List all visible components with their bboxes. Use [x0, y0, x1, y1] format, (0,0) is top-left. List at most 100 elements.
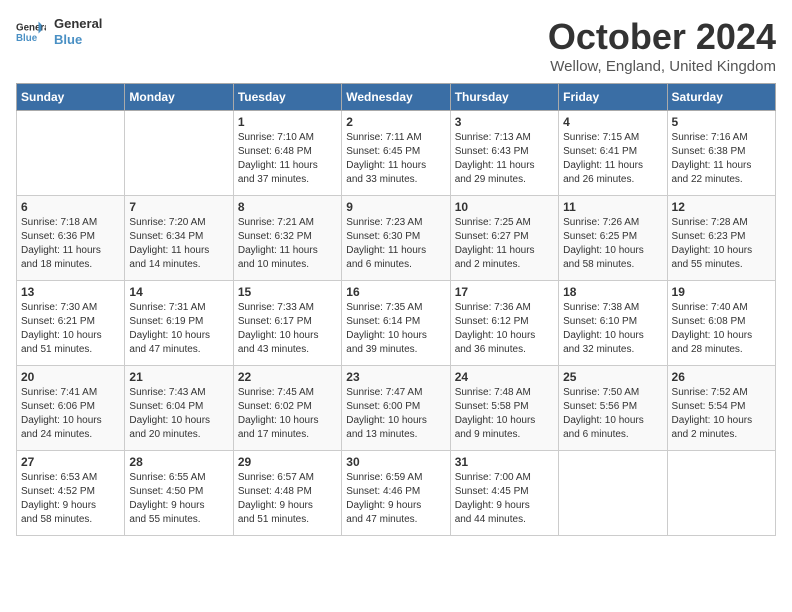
day-cell [125, 111, 233, 196]
day-number: 4 [563, 115, 662, 129]
day-info: Sunrise: 7:38 AMSunset: 6:10 PMDaylight:… [563, 301, 662, 357]
day-number: 25 [563, 370, 662, 384]
day-number: 7 [129, 200, 228, 214]
day-number: 23 [346, 370, 445, 384]
day-cell: 7 Sunrise: 7:20 AMSunset: 6:34 PMDaylight… [125, 196, 233, 281]
day-cell: 5Sunrise: 7:16 AMSunset: 6:38 PMDaylight… [667, 111, 775, 196]
day-cell: 1 Sunrise: 7:10 AMSunset: 6:48 PMDaylight… [233, 111, 341, 196]
day-cell: 12 Sunrise: 7:28 AMSunset: 6:23 PMDayligh… [667, 196, 775, 281]
day-cell: 30Sunrise: 6:59 AMSunset: 4:46 PMDayligh… [342, 451, 450, 536]
day-info: Sunrise: 7:48 AMSunset: 5:58 PMDaylight:… [455, 386, 554, 442]
logo-line1: General [54, 16, 102, 32]
day-number: 27 [21, 455, 120, 469]
day-cell: 29 Sunrise: 6:57 AMSunset: 4:48 PMDayligh… [233, 451, 341, 536]
day-number: 10 [455, 200, 554, 214]
day-cell: 9Sunrise: 7:23 AMSunset: 6:30 PMDaylight… [342, 196, 450, 281]
day-number: 19 [672, 285, 771, 299]
day-number: 21 [129, 370, 228, 384]
col-header-saturday: Saturday [667, 84, 775, 111]
day-info: Sunrise: 7:26 AMSunset: 6:25 PMDaylight:… [563, 216, 662, 272]
day-number: 29 [238, 455, 337, 469]
day-cell: 26Sunrise: 7:52 AMSunset: 5:54 PMDayligh… [667, 366, 775, 451]
day-info: Sunrise: 7:11 AMSunset: 6:45 PMDaylight:… [346, 131, 445, 187]
day-cell [559, 451, 667, 536]
day-cell: 13 Sunrise: 7:30 AMSunset: 6:21 PMDayligh… [17, 281, 125, 366]
col-header-monday: Monday [125, 84, 233, 111]
location: Wellow, England, United Kingdom [548, 58, 776, 75]
day-info: Sunrise: 7:18 AMSunset: 6:36 PMDaylight:… [21, 216, 120, 272]
day-number: 6 [21, 200, 120, 214]
day-number: 1 [238, 115, 337, 129]
day-cell: 6 Sunrise: 7:18 AMSunset: 6:36 PMDaylight… [17, 196, 125, 281]
day-number: 3 [455, 115, 554, 129]
day-number: 16 [346, 285, 445, 299]
day-info: Sunrise: 7:35 AMSunset: 6:14 PMDaylight:… [346, 301, 445, 357]
page-header: General Blue General Blue October 2024 W… [16, 16, 776, 75]
day-info: Sunrise: 6:55 AMSunset: 4:50 PMDaylight:… [129, 471, 228, 527]
day-info: Sunrise: 7:13 AMSunset: 6:43 PMDaylight:… [455, 131, 554, 187]
day-info: Sunrise: 7:30 AMSunset: 6:21 PMDaylight:… [21, 301, 120, 357]
day-number: 15 [238, 285, 337, 299]
col-header-tuesday: Tuesday [233, 84, 341, 111]
logo: General Blue General Blue [16, 16, 102, 47]
day-info: Sunrise: 7:21 AMSunset: 6:32 PMDaylight:… [238, 216, 337, 272]
day-info: Sunrise: 7:43 AMSunset: 6:04 PMDaylight:… [129, 386, 228, 442]
day-number: 14 [129, 285, 228, 299]
day-cell: 2 Sunrise: 7:11 AMSunset: 6:45 PMDaylight… [342, 111, 450, 196]
day-info: Sunrise: 7:41 AMSunset: 6:06 PMDaylight:… [21, 386, 120, 442]
month-title: October 2024 [548, 16, 776, 58]
day-cell: 22 Sunrise: 7:45 AMSunset: 6:02 PMDayligh… [233, 366, 341, 451]
day-cell: 25 Sunrise: 7:50 AMSunset: 5:56 PMDayligh… [559, 366, 667, 451]
day-number: 12 [672, 200, 771, 214]
day-cell: 11Sunrise: 7:26 AMSunset: 6:25 PMDayligh… [559, 196, 667, 281]
day-cell: 4 Sunrise: 7:15 AMSunset: 6:41 PMDaylight… [559, 111, 667, 196]
day-info: Sunrise: 7:40 AMSunset: 6:08 PMDaylight:… [672, 301, 771, 357]
day-number: 13 [21, 285, 120, 299]
day-cell: 17Sunrise: 7:36 AMSunset: 6:12 PMDayligh… [450, 281, 558, 366]
day-cell: 14Sunrise: 7:31 AMSunset: 6:19 PMDayligh… [125, 281, 233, 366]
col-header-friday: Friday [559, 84, 667, 111]
day-info: Sunrise: 7:20 AMSunset: 6:34 PMDaylight:… [129, 216, 228, 272]
day-cell: 20 Sunrise: 7:41 AMSunset: 6:06 PMDayligh… [17, 366, 125, 451]
day-cell: 18 Sunrise: 7:38 AMSunset: 6:10 PMDayligh… [559, 281, 667, 366]
week-row-1: 1 Sunrise: 7:10 AMSunset: 6:48 PMDaylight… [17, 111, 776, 196]
day-cell: 21 Sunrise: 7:43 AMSunset: 6:04 PMDayligh… [125, 366, 233, 451]
col-header-sunday: Sunday [17, 84, 125, 111]
day-info: Sunrise: 7:50 AMSunset: 5:56 PMDaylight:… [563, 386, 662, 442]
day-cell: 15 Sunrise: 7:33 AMSunset: 6:17 PMDayligh… [233, 281, 341, 366]
day-number: 20 [21, 370, 120, 384]
day-number: 31 [455, 455, 554, 469]
svg-text:Blue: Blue [16, 33, 38, 44]
day-info: Sunrise: 7:45 AMSunset: 6:02 PMDaylight:… [238, 386, 337, 442]
day-cell: 10 Sunrise: 7:25 AMSunset: 6:27 PMDayligh… [450, 196, 558, 281]
day-info: Sunrise: 6:57 AMSunset: 4:48 PMDaylight:… [238, 471, 337, 527]
week-row-4: 20 Sunrise: 7:41 AMSunset: 6:06 PMDayligh… [17, 366, 776, 451]
day-info: Sunrise: 6:59 AMSunset: 4:46 PMDaylight:… [346, 471, 445, 527]
week-row-5: 27Sunrise: 6:53 AMSunset: 4:52 PMDayligh… [17, 451, 776, 536]
logo-icon: General Blue [16, 20, 46, 44]
header-row: SundayMondayTuesdayWednesdayThursdayFrid… [17, 84, 776, 111]
day-info: Sunrise: 7:15 AMSunset: 6:41 PMDaylight:… [563, 131, 662, 187]
day-info: Sunrise: 7:47 AMSunset: 6:00 PMDaylight:… [346, 386, 445, 442]
day-cell: 27Sunrise: 6:53 AMSunset: 4:52 PMDayligh… [17, 451, 125, 536]
calendar-table: SundayMondayTuesdayWednesdayThursdayFrid… [16, 83, 776, 536]
day-info: Sunrise: 7:28 AMSunset: 6:23 PMDaylight:… [672, 216, 771, 272]
logo-line2: Blue [54, 32, 102, 48]
day-number: 22 [238, 370, 337, 384]
day-info: Sunrise: 7:52 AMSunset: 5:54 PMDaylight:… [672, 386, 771, 442]
week-row-2: 6 Sunrise: 7:18 AMSunset: 6:36 PMDaylight… [17, 196, 776, 281]
day-cell [667, 451, 775, 536]
day-cell: 3 Sunrise: 7:13 AMSunset: 6:43 PMDaylight… [450, 111, 558, 196]
day-number: 24 [455, 370, 554, 384]
day-number: 8 [238, 200, 337, 214]
col-header-thursday: Thursday [450, 84, 558, 111]
day-cell: 28Sunrise: 6:55 AMSunset: 4:50 PMDayligh… [125, 451, 233, 536]
day-cell: 16 Sunrise: 7:35 AMSunset: 6:14 PMDayligh… [342, 281, 450, 366]
day-info: Sunrise: 7:25 AMSunset: 6:27 PMDaylight:… [455, 216, 554, 272]
day-number: 18 [563, 285, 662, 299]
day-info: Sunrise: 7:10 AMSunset: 6:48 PMDaylight:… [238, 131, 337, 187]
day-info: Sunrise: 7:33 AMSunset: 6:17 PMDaylight:… [238, 301, 337, 357]
day-info: Sunrise: 7:00 AMSunset: 4:45 PMDaylight:… [455, 471, 554, 527]
day-info: Sunrise: 7:16 AMSunset: 6:38 PMDaylight:… [672, 131, 771, 187]
day-number: 2 [346, 115, 445, 129]
